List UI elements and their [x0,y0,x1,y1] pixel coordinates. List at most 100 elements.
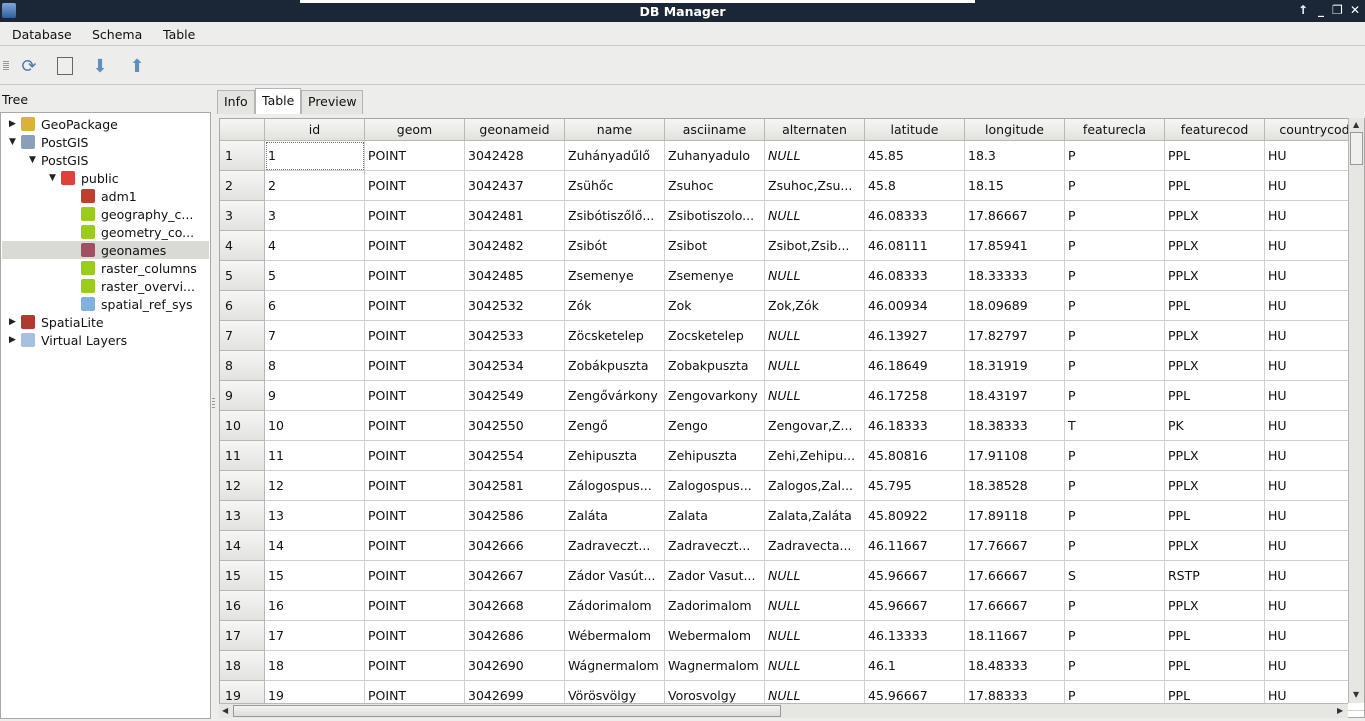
table-cell[interactable]: 10 [265,411,365,441]
table-cell[interactable]: Zadraveczt... [665,531,765,561]
table-cell[interactable]: 45.8 [865,171,965,201]
table-cell[interactable]: Zengővárkony [565,381,665,411]
table-cell[interactable]: Zobákpuszta [565,351,665,381]
table-cell[interactable]: PPL [1165,501,1265,531]
table-cell[interactable]: PPLX [1165,261,1265,291]
scroll-left-icon[interactable]: ◀ [222,706,228,715]
collapsed-arrow-icon[interactable]: ▶ [9,317,21,327]
table-cell[interactable]: Zádor Vasút... [565,561,665,591]
table-cell[interactable]: NULL [765,201,865,231]
table-cell[interactable]: Zsemenye [665,261,765,291]
table-cell[interactable]: 3042533 [465,321,565,351]
table-cell[interactable]: Zok,Zók [765,291,865,321]
tree-item[interactable]: ▼ PostGIS [9,133,88,151]
row-header[interactable]: 9 [220,381,265,411]
table-cell[interactable]: 12 [265,471,365,501]
table-cell[interactable]: PPLX [1165,321,1265,351]
table-cell[interactable]: Zsibót [565,231,665,261]
row-header[interactable]: 16 [220,591,265,621]
row-header[interactable]: 15 [220,561,265,591]
table-cell[interactable]: P [1065,261,1165,291]
table-cell[interactable]: P [1065,651,1165,681]
table-cell[interactable]: POINT [365,441,465,471]
table-cell[interactable]: P [1065,351,1165,381]
table-cell[interactable]: P [1065,141,1165,171]
table-cell[interactable]: P [1065,231,1165,261]
table-cell[interactable]: POINT [365,141,465,171]
table-cell[interactable]: Webermalom [665,621,765,651]
tree-item[interactable]: raster_overvi... [69,277,195,295]
table-cell[interactable]: 18.33333 [965,261,1065,291]
table-cell[interactable]: Zöcsketelep [565,321,665,351]
column-header[interactable]: geom [365,119,465,141]
table-cell[interactable]: Zaláta [565,501,665,531]
table-cell[interactable]: POINT [365,291,465,321]
table-cell[interactable]: Zalogospus... [665,471,765,501]
tree-item[interactable]: geometry_co... [69,223,194,241]
tree-item[interactable]: raster_columns [69,259,197,277]
import-layer-icon[interactable]: ⬇ [89,55,111,77]
table-cell[interactable]: POINT [365,621,465,651]
row-header[interactable]: 12 [220,471,265,501]
table-cell[interactable]: 18.31919 [965,351,1065,381]
tree-item[interactable]: ▼ public [49,169,119,187]
table-cell[interactable]: 46.17258 [865,381,965,411]
table-cell[interactable]: 13 [265,501,365,531]
table-cell[interactable]: 7 [265,321,365,351]
expanded-arrow-icon[interactable]: ▼ [9,137,21,147]
table-cell[interactable]: 45.80922 [865,501,965,531]
minimize-icon[interactable]: _ [1318,3,1324,17]
row-header[interactable]: 7 [220,321,265,351]
export-layer-icon[interactable]: ⬆ [126,55,148,77]
column-header[interactable]: alternaten [765,119,865,141]
table-cell[interactable]: 17.91108 [965,441,1065,471]
table-cell[interactable]: Zsibot,Zsib... [765,231,865,261]
table-cell[interactable]: 45.80816 [865,441,965,471]
table-cell[interactable]: NULL [765,141,865,171]
table-cell[interactable]: PPLX [1165,531,1265,561]
table-cell[interactable]: POINT [365,501,465,531]
table-cell[interactable]: 3 [265,201,365,231]
table-cell[interactable]: Wágnermalom [565,651,665,681]
column-header[interactable]: id [265,119,365,141]
keep-above-icon[interactable]: ↑ [1298,3,1308,17]
table-cell[interactable]: PPL [1165,651,1265,681]
table-cell[interactable]: 46.13927 [865,321,965,351]
table-cell[interactable]: 17 [265,621,365,651]
table-cell[interactable]: 17.86667 [965,201,1065,231]
table-cell[interactable]: P [1065,471,1165,501]
table-cell[interactable]: NULL [765,561,865,591]
table-cell[interactable]: 45.96667 [865,561,965,591]
table-cell[interactable]: Zador Vasut... [665,561,765,591]
table-cell[interactable]: POINT [365,591,465,621]
table-cell[interactable]: P [1065,321,1165,351]
table-cell[interactable]: Zengő [565,411,665,441]
table-cell[interactable]: Wagnermalom [665,651,765,681]
table-cell[interactable]: 3042581 [465,471,565,501]
table-cell[interactable]: 46.18333 [865,411,965,441]
table-cell[interactable]: Zuhányadűlő [565,141,665,171]
table-cell[interactable]: Zalogos,Zal... [765,471,865,501]
table-cell[interactable]: PPLX [1165,351,1265,381]
collapsed-arrow-icon[interactable]: ▶ [9,119,21,129]
table-cell[interactable]: Zadorimalom [665,591,765,621]
table-cell[interactable]: 3042428 [465,141,565,171]
tree-item[interactable]: ▶ SpatiaLite [9,313,104,331]
table-cell[interactable]: NULL [765,621,865,651]
expanded-arrow-icon[interactable]: ▼ [29,155,41,165]
table-cell[interactable]: 46.08333 [865,261,965,291]
scroll-right-icon[interactable]: ▶ [1337,706,1343,715]
table-cell[interactable]: 6 [265,291,365,321]
table-cell[interactable]: NULL [765,321,865,351]
table-cell[interactable]: 18.38333 [965,411,1065,441]
table-cell[interactable]: 18.3 [965,141,1065,171]
table-cell[interactable]: Zehipuszta [565,441,665,471]
refresh-icon[interactable]: ⟳ [18,55,40,77]
table-cell[interactable]: 1 [265,141,365,171]
row-header[interactable]: 5 [220,261,265,291]
tree-item[interactable]: spatial_ref_sys [69,295,193,313]
table-cell[interactable]: 3042437 [465,171,565,201]
table-cell[interactable]: POINT [365,651,465,681]
table-cell[interactable]: PPL [1165,171,1265,201]
table-cell[interactable]: Zengovar,Z... [765,411,865,441]
